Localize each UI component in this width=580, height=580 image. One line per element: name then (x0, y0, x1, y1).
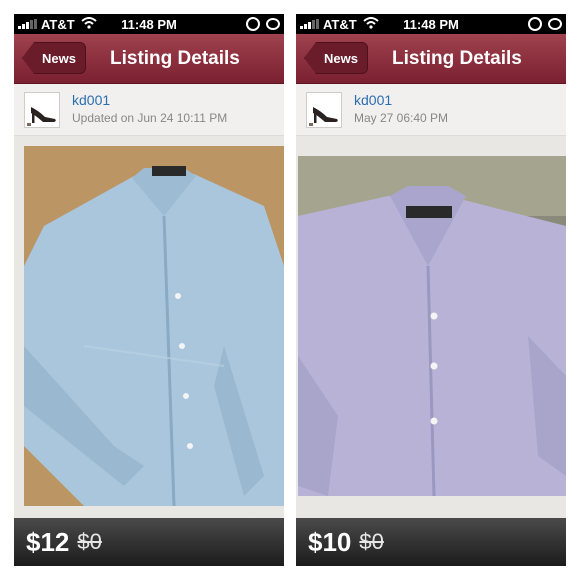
avatar[interactable] (306, 92, 342, 128)
seller-row[interactable]: kd001 May 27 06:40 PM (296, 84, 566, 136)
high-heel-shoe-icon (25, 93, 59, 127)
back-button[interactable]: News (304, 42, 368, 74)
navigation-bar: News Listing Details (296, 34, 566, 84)
seller-username[interactable]: kd001 (72, 92, 110, 108)
price-bar: $12 $0 (14, 518, 284, 566)
back-button[interactable]: News (22, 42, 86, 74)
updated-timestamp: May 27 06:40 PM (354, 111, 449, 125)
seller-row[interactable]: kd001 Updated on Jun 24 10:11 PM (14, 84, 284, 136)
navigation-bar: News Listing Details (14, 34, 284, 84)
original-price: $0 (77, 529, 102, 554)
status-time: 11:48 PM (403, 16, 459, 32)
shirt-image (298, 156, 566, 516)
status-bar: AT&T 11:48 PM (14, 14, 284, 34)
phone-screen-right: AT&T 11:48 PM News Listing Details kd001… (296, 14, 566, 566)
listing-photo[interactable] (24, 146, 284, 506)
shirt-image (24, 146, 284, 506)
phone-screen-left: AT&T 11:48 PM News Listing Details kd001… (14, 14, 284, 566)
battery-icon (266, 18, 280, 30)
status-time: 11:48 PM (121, 16, 177, 32)
original-price: $0 (359, 529, 384, 554)
orientation-lock-icon (246, 17, 260, 31)
listing-price: $12 (26, 526, 70, 557)
listing-photo[interactable] (298, 156, 566, 516)
listing-price: $10 (308, 526, 352, 557)
avatar[interactable] (24, 92, 60, 128)
page-title: Listing Details (392, 48, 522, 69)
seller-username[interactable]: kd001 (354, 92, 392, 108)
orientation-lock-icon (528, 17, 542, 31)
status-bar: AT&T 11:48 PM (296, 14, 566, 34)
battery-icon (548, 18, 562, 30)
updated-timestamp: Updated on Jun 24 10:11 PM (72, 111, 228, 125)
high-heel-shoe-icon (307, 93, 341, 127)
page-title: Listing Details (110, 48, 240, 69)
price-bar: $10 $0 (296, 518, 566, 566)
